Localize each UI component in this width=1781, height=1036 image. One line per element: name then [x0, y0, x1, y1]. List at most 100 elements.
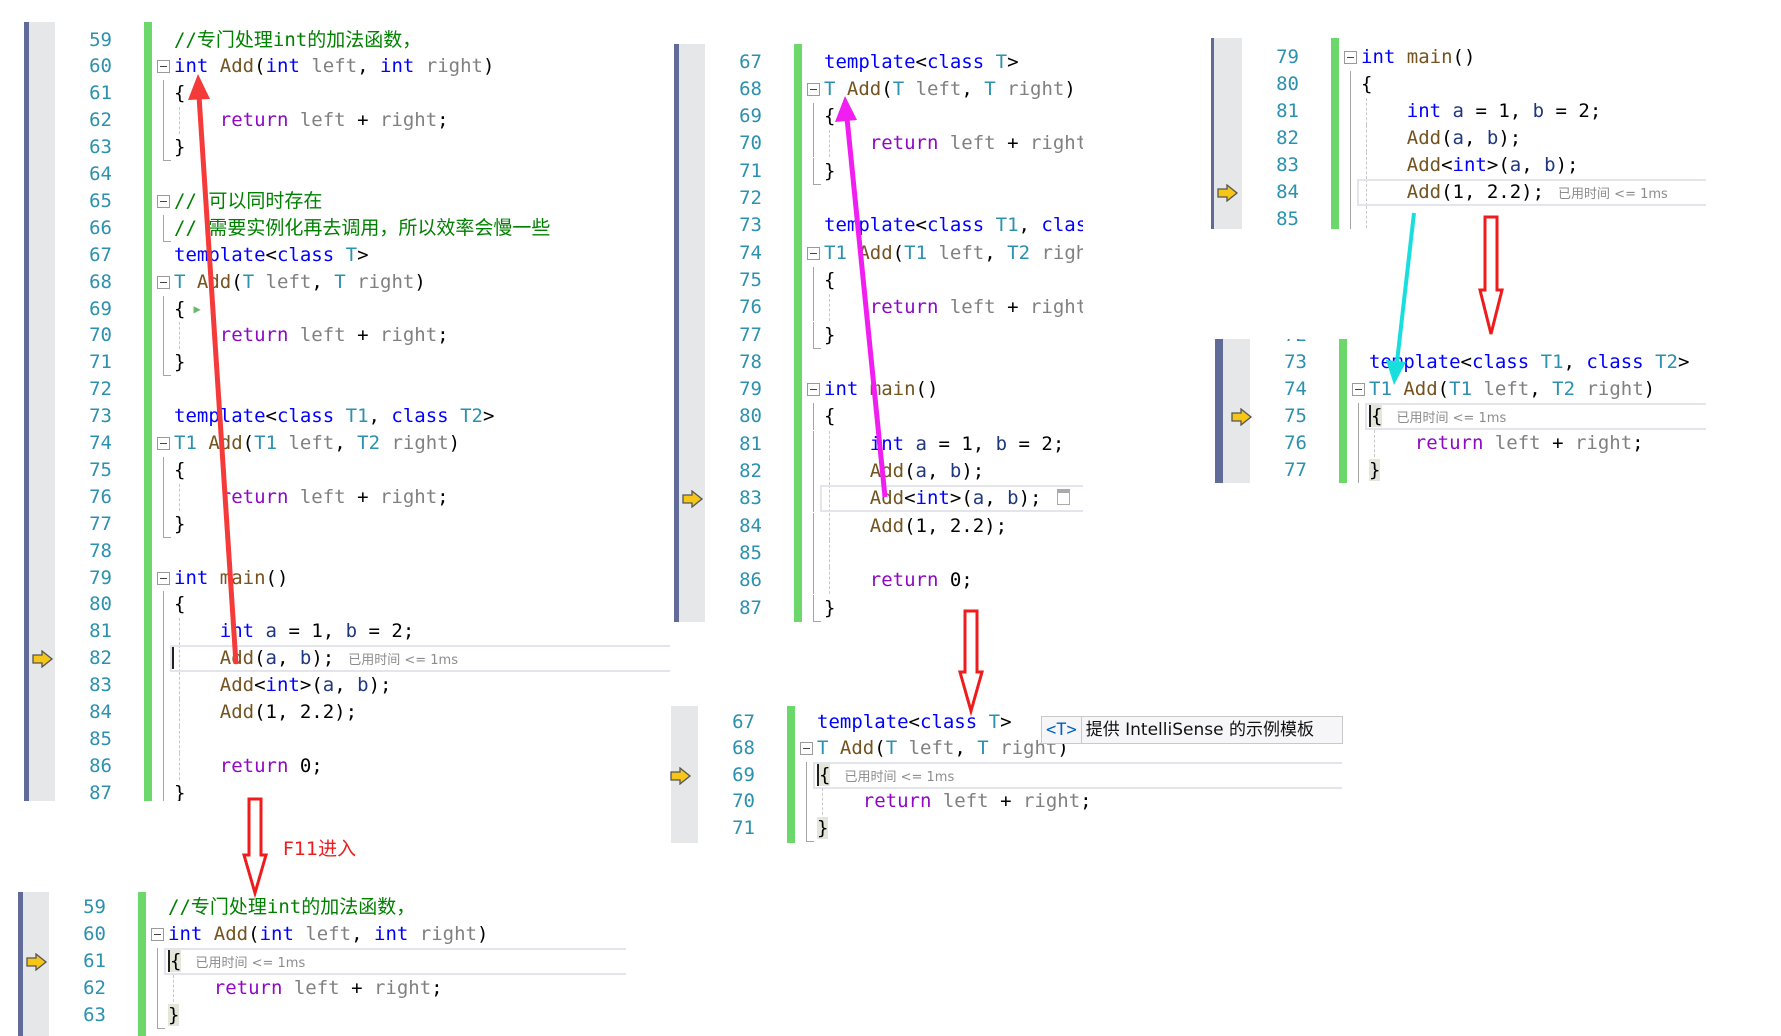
code-token: b: [1486, 126, 1499, 149]
code-token: {: [168, 949, 182, 972]
code-line: 75 {已用时间 <= 1ms: [1219, 402, 1706, 430]
line-number: 72: [1247, 339, 1307, 349]
collapse-toggle-icon[interactable]: [807, 82, 820, 96]
fold-guide-line: [163, 591, 164, 619]
code-token: left: [299, 485, 346, 508]
line-number: 82: [739, 460, 762, 482]
code-token: }: [824, 159, 836, 182]
code-text: {: [174, 591, 185, 618]
line-number: 79: [1276, 45, 1299, 68]
fold-guide-line: [1358, 429, 1359, 457]
code-token: ,: [311, 270, 335, 293]
code-token: Add: [219, 55, 255, 78]
code-token: ,: [277, 647, 300, 670]
code-token: <: [908, 710, 920, 733]
collapse-toggle-icon[interactable]: [157, 194, 170, 208]
code-token: main: [869, 378, 916, 401]
code-token: b: [1544, 153, 1556, 176]
line-number: 78: [739, 350, 762, 373]
fold-guide-line: [157, 947, 158, 975]
code-token: right: [1007, 77, 1065, 100]
code-token: left: [288, 432, 335, 454]
code-line: 60 int Add(int left, int right): [24, 53, 670, 80]
code-token: right: [1574, 431, 1633, 454]
code-line: 69 {: [674, 103, 1083, 131]
code-text: int Add(int left, int right): [168, 921, 488, 948]
fold-guide-line: [813, 266, 814, 294]
run-to-click-icon[interactable]: [1057, 489, 1071, 506]
line-number: 71: [739, 159, 762, 182]
code-text: return left + right;: [174, 322, 449, 349]
line-number: 83: [89, 674, 112, 697]
collapse-toggle-icon[interactable]: [1352, 382, 1365, 396]
code-token: T2: [1655, 350, 1678, 373]
code-token: T2: [357, 432, 381, 454]
collapse-toggle-icon[interactable]: [157, 571, 170, 585]
code-token: ;: [437, 485, 449, 508]
fold-guide-line: [1350, 205, 1351, 229]
code-text: // 可以同时存在: [174, 188, 322, 215]
code-token: Add: [219, 701, 255, 723]
fold-guide-line: [813, 539, 814, 567]
code-text: T1 Add(T1 left, T2 right): [824, 240, 1083, 267]
collapse-toggle-icon[interactable]: [1344, 50, 1357, 64]
line-number: 82: [89, 647, 112, 670]
code-token: ;: [431, 976, 443, 999]
code-token: right: [379, 109, 438, 132]
collapse-toggle-icon[interactable]: [151, 927, 164, 941]
collapse-toggle-icon[interactable]: [807, 383, 820, 397]
collapse-toggle-icon[interactable]: [800, 742, 813, 755]
code-text: }: [1369, 457, 1381, 484]
code-token: ;: [437, 324, 449, 347]
collapse-toggle-icon[interactable]: [157, 60, 170, 74]
code-text: T Add(T left, T right): [817, 735, 1069, 762]
code-token: <: [265, 405, 277, 428]
collapse-toggle-icon[interactable]: [157, 275, 170, 289]
code-token: +: [995, 132, 1030, 155]
code-line: 72: [1219, 339, 1706, 349]
code-token: +: [345, 109, 380, 132]
code-token: template: [824, 50, 916, 73]
code-line: 80 {: [1211, 70, 1706, 98]
code-token: class: [276, 405, 335, 428]
code-token: left: [908, 737, 955, 759]
code-line: 75 {: [674, 266, 1083, 294]
code-token: {: [817, 763, 831, 786]
code-token: b: [357, 674, 369, 697]
code-token: int: [174, 55, 209, 78]
fold-guide-line: [1350, 151, 1351, 179]
code-token: ;: [437, 109, 449, 132]
line-number: 85: [89, 727, 112, 750]
code-token: ,: [334, 432, 358, 454]
code-token: ): [414, 270, 426, 293]
code-token: template: [824, 214, 916, 237]
code-token: 0;: [938, 569, 973, 592]
code-line: 85: [24, 725, 670, 753]
code-token: Add: [1403, 377, 1438, 400]
code-token: b: [1007, 487, 1019, 510]
code-token: = 1,: [1464, 99, 1533, 122]
line-number: 81: [739, 432, 762, 455]
fold-guide-line: [163, 725, 164, 753]
line-number: 75: [1284, 404, 1307, 427]
code-line: 70 return left + right;: [24, 322, 670, 350]
code-token: left: [915, 77, 962, 100]
collapse-toggle-icon[interactable]: [807, 246, 820, 260]
code-token: = 1,: [927, 432, 996, 455]
code-token: return: [869, 569, 939, 592]
fold-guide-line: [163, 322, 164, 350]
code-token: class: [919, 710, 978, 733]
code-token: ,: [954, 737, 978, 759]
collapse-toggle-icon[interactable]: [157, 437, 170, 450]
code-text: {: [824, 267, 835, 294]
